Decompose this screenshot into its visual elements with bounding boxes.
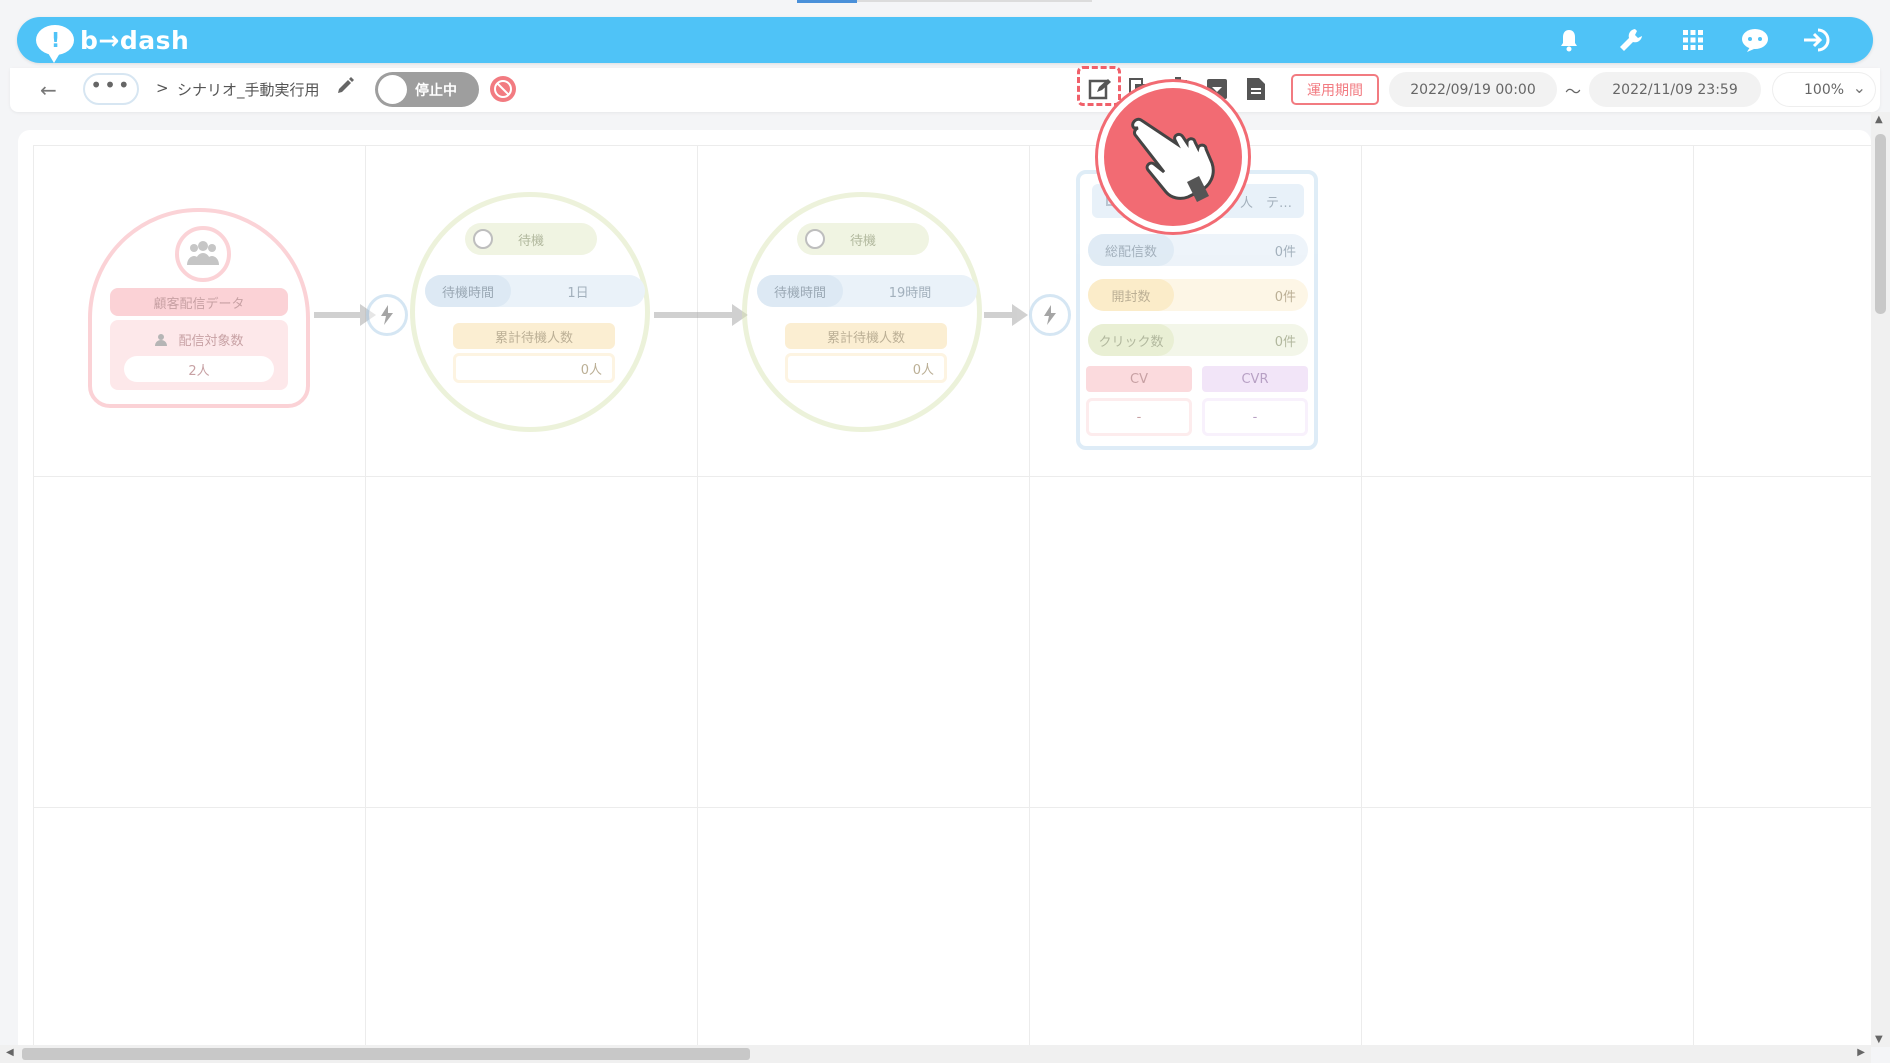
- trigger-lightning-icon[interactable]: [1029, 294, 1071, 336]
- end-date-field[interactable]: 2022/11/09 23:59: [1589, 72, 1761, 107]
- app-header: ! b→dash: [17, 17, 1873, 63]
- logout-icon[interactable]: [1801, 24, 1833, 56]
- status-toggle[interactable]: 停止中: [375, 72, 479, 107]
- grid-line: [33, 807, 1871, 808]
- logo-text: b→dash: [80, 25, 190, 55]
- clock-icon: [805, 229, 825, 249]
- grid-line: [365, 145, 366, 1047]
- toggle-label: 停止中: [415, 83, 457, 99]
- grid-line: [697, 145, 698, 1047]
- delivery-count-box: 配信対象数 2人: [110, 320, 288, 390]
- horizontal-scrollbar[interactable]: ◀ ▶: [0, 1045, 1871, 1063]
- cvr-label: CVR: [1202, 366, 1308, 392]
- start-date-field[interactable]: 2022/09/19 00:00: [1389, 72, 1557, 107]
- open-count-label: 開封数: [1088, 279, 1174, 311]
- top-indicator: [797, 0, 857, 3]
- wait-node-title: 待機: [849, 233, 876, 249]
- wait-time-value: 1日: [567, 285, 589, 301]
- grid-line: [1029, 145, 1030, 1047]
- scenario-canvas[interactable]: 顧客配信データ 配信対象数 2人 待機 待機時間 1日 累計待機人数 0人 待機…: [18, 130, 1871, 1047]
- vertical-scroll-thumb[interactable]: [1875, 134, 1886, 314]
- wait-node[interactable]: 待機 待機時間 19時間 累計待機人数 0人: [742, 192, 982, 432]
- click-count-label: クリック数: [1088, 324, 1174, 356]
- horizontal-scroll-thumb[interactable]: [22, 1048, 750, 1060]
- group-icon: [175, 226, 231, 282]
- total-sent-label: 総配信数: [1088, 234, 1174, 266]
- wait-time-label: 待機時間: [757, 275, 843, 307]
- grid-line: [33, 145, 34, 1047]
- total-sent-value: 0件: [1274, 244, 1296, 260]
- breadcrumb-separator: >: [156, 79, 169, 97]
- chevron-down-icon: ⌄: [1852, 78, 1866, 97]
- cumulative-waiting-label: 累計待機人数: [453, 323, 615, 349]
- trigger-lightning-icon[interactable]: [366, 294, 408, 336]
- grid-line: [33, 476, 1871, 477]
- grid-line: [1693, 145, 1694, 1047]
- grid-line: [33, 145, 1871, 146]
- scroll-right-arrow[interactable]: ▶: [1857, 1047, 1865, 1058]
- date-range-tilde: 〜: [1565, 82, 1582, 101]
- wait-node-head: 待機: [797, 223, 929, 255]
- cumulative-waiting-value: 0人: [453, 353, 615, 383]
- wait-time-value: 19時間: [888, 285, 932, 301]
- bdash-logo[interactable]: ! b→dash: [36, 22, 190, 63]
- breadcrumb-more-button[interactable]: •••: [83, 73, 139, 105]
- header-icons: [1553, 17, 1833, 63]
- scenario-name: シナリオ_手動実行用: [177, 81, 320, 99]
- scroll-up-arrow[interactable]: ▲: [1875, 114, 1883, 125]
- bell-icon[interactable]: [1553, 24, 1585, 56]
- person-icon: [155, 333, 168, 346]
- cumulative-waiting-value: 0人: [785, 353, 947, 383]
- click-count-row: クリック数 0件: [1088, 324, 1308, 356]
- open-count-value: 0件: [1274, 289, 1296, 305]
- back-arrow-icon[interactable]: ←: [40, 78, 57, 102]
- customer-data-node[interactable]: 顧客配信データ 配信対象数 2人: [88, 208, 310, 408]
- wrench-icon[interactable]: [1615, 24, 1647, 56]
- scroll-down-arrow[interactable]: ▼: [1875, 1034, 1883, 1045]
- zoom-select[interactable]: 100% ⌄: [1772, 72, 1876, 107]
- hand-pointer-icon: [1098, 82, 1248, 232]
- clock-icon: [473, 229, 493, 249]
- flow-arrow: [654, 304, 748, 326]
- logo-bubble-icon: !: [36, 25, 74, 63]
- scenario-toolbar: ← ••• > シナリオ_手動実行用 停止中 運用期間 2022/09/19 0…: [10, 68, 1880, 112]
- cvr-value: -: [1202, 398, 1308, 436]
- open-count-row: 開封数 0件: [1088, 279, 1308, 311]
- document-icon[interactable]: [1244, 76, 1268, 102]
- vertical-scrollbar[interactable]: ▲ ▼: [1871, 112, 1890, 1047]
- apps-grid-icon[interactable]: [1677, 24, 1709, 56]
- delivery-count-label-text: 配信対象数: [178, 334, 244, 349]
- wait-time-row: 待機時間 19時間: [757, 275, 977, 307]
- wait-time-label: 待機時間: [425, 275, 511, 307]
- cumulative-waiting-label: 累計待機人数: [785, 323, 947, 349]
- top-indicator-track: [857, 0, 1092, 2]
- click-count-value: 0件: [1274, 334, 1296, 350]
- node-title: 顧客配信データ: [110, 288, 288, 316]
- flow-arrow: [984, 304, 1028, 326]
- pencil-icon[interactable]: [335, 76, 355, 100]
- wait-node[interactable]: 待機 待機時間 1日 累計待機人数 0人: [410, 192, 650, 432]
- wait-node-title: 待機: [517, 233, 544, 249]
- mail-node-title: 人 テ…: [1239, 195, 1292, 211]
- toggle-knob: [378, 75, 407, 104]
- grid-line: [1361, 145, 1362, 1047]
- flow-arrow: [314, 304, 376, 326]
- cv-label: CV: [1086, 366, 1192, 392]
- total-sent-row: 総配信数 0件: [1088, 234, 1308, 266]
- zoom-value: 100%: [1804, 81, 1845, 98]
- wait-time-row: 待機時間 1日: [425, 275, 645, 307]
- cv-value: -: [1086, 398, 1192, 436]
- operation-period-button[interactable]: 運用期間: [1291, 74, 1379, 105]
- scroll-left-arrow[interactable]: ◀: [6, 1047, 14, 1058]
- prohibited-icon[interactable]: [488, 74, 518, 108]
- wait-node-head: 待機: [465, 223, 597, 255]
- delivery-count-label: 配信対象数: [110, 330, 288, 349]
- chat-bot-icon[interactable]: [1739, 24, 1771, 56]
- delivery-count-value: 2人: [124, 356, 274, 382]
